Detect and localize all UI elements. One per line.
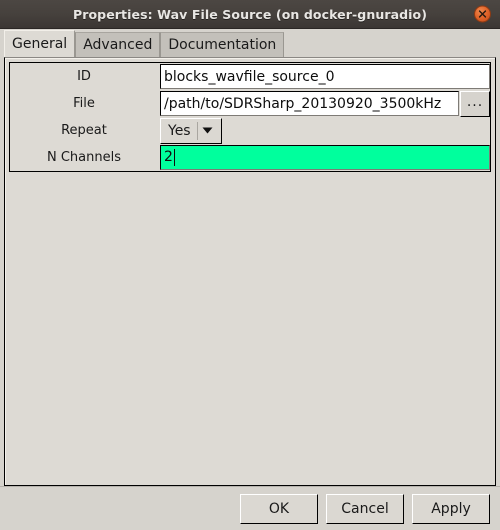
field-control-repeat: Yes (160, 117, 490, 144)
combo-separator (196, 121, 198, 140)
field-control-file: /path/to/SDRSharp_20130920_3500kHz ... (160, 90, 490, 117)
file-input[interactable]: /path/to/SDRSharp_20130920_3500kHz (160, 91, 459, 116)
file-browse-button[interactable]: ... (460, 90, 490, 117)
field-label-id: ID (10, 63, 160, 90)
properties-dialog: Properties: Wav File Source (on docker-g… (0, 0, 500, 530)
ok-button[interactable]: OK (240, 493, 318, 524)
chevron-down-glyph (202, 127, 213, 134)
field-control-n-channels: 2 (160, 144, 490, 171)
apply-button[interactable]: Apply (412, 493, 490, 524)
properties-form: ID blocks_wavfile_source_0 File /path/to… (9, 62, 491, 172)
tab-content-general: ID blocks_wavfile_source_0 File /path/to… (4, 57, 496, 486)
field-label-file: File (10, 90, 160, 117)
tab-documentation[interactable]: Documentation (160, 32, 285, 57)
tab-bar: General Advanced Documentation (0, 29, 500, 57)
cancel-button[interactable]: Cancel (326, 493, 404, 524)
field-label-n-channels: N Channels (10, 144, 160, 171)
tab-general[interactable]: General (4, 30, 76, 57)
id-input[interactable]: blocks_wavfile_source_0 (160, 64, 490, 89)
dialog-button-row: OK Cancel Apply (0, 486, 500, 530)
tab-advanced[interactable]: Advanced (75, 32, 161, 57)
text-caret (173, 149, 175, 166)
field-row-repeat: Repeat Yes (10, 117, 490, 144)
title-bar: Properties: Wav File Source (on docker-g… (0, 0, 500, 29)
repeat-select[interactable]: Yes (160, 117, 222, 144)
close-glyph (478, 10, 487, 18)
field-row-file: File /path/to/SDRSharp_20130920_3500kHz … (10, 90, 490, 117)
chevron-down-icon (202, 127, 213, 134)
n-channels-value: 2 (164, 149, 173, 165)
field-row-n-channels: N Channels 2 (10, 144, 490, 171)
n-channels-input[interactable]: 2 (160, 145, 490, 170)
window-title: Properties: Wav File Source (on docker-g… (72, 6, 428, 22)
repeat-select-value: Yes (168, 122, 191, 139)
field-control-id: blocks_wavfile_source_0 (160, 63, 490, 90)
close-icon[interactable] (474, 5, 491, 23)
field-row-id: ID blocks_wavfile_source_0 (10, 63, 490, 90)
field-label-repeat: Repeat (10, 117, 160, 144)
